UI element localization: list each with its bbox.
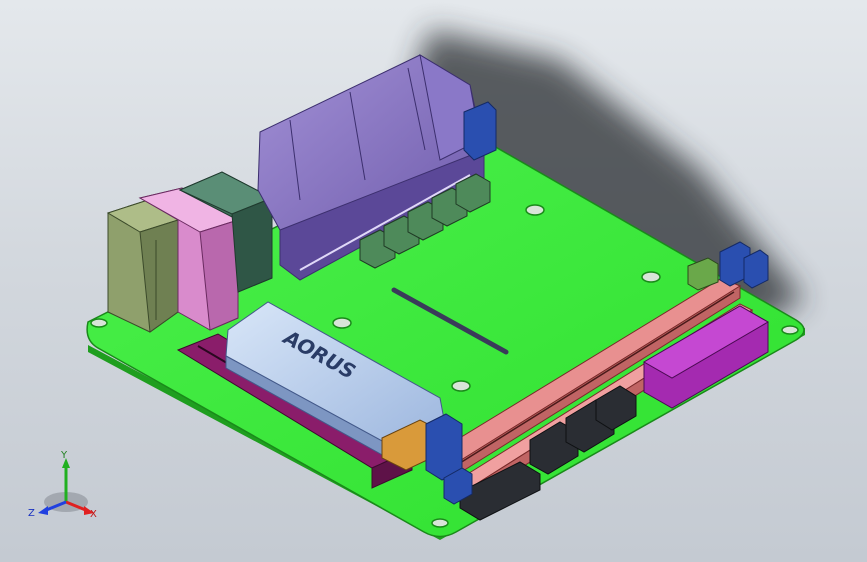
- fan-header-top[interactable]: [463, 101, 497, 161]
- cad-viewport[interactable]: AORUS Y X Z: [0, 0, 867, 562]
- triad-z-label: Z: [28, 508, 35, 519]
- triad-y-label: Y: [60, 450, 68, 461]
- rear-io-audio-block[interactable]: [106, 199, 180, 333]
- orientation-triad: Y X Z: [28, 450, 97, 520]
- triad-x-label: X: [90, 509, 97, 520]
